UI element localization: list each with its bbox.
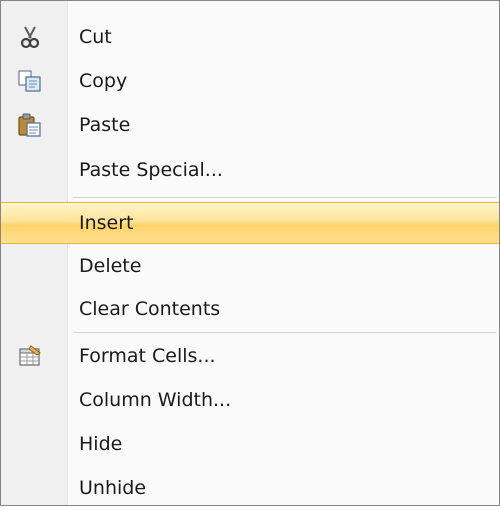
menu-item-label: Clear Contents (79, 298, 221, 320)
menu-item-column-width[interactable]: Column Width... (1, 378, 499, 422)
menu-item-label: Paste Special... (79, 159, 223, 181)
menu-item-insert[interactable]: Insert (1, 202, 499, 244)
menu-item-label: Unhide (79, 477, 147, 499)
menu-item-unhide[interactable]: Unhide (1, 466, 499, 510)
menu-item-label: Delete (79, 255, 142, 277)
context-menu: Cut Copy Paste Paste Special... Insert D… (0, 0, 500, 506)
menu-item-paste[interactable]: Paste (1, 103, 499, 147)
menu-item-clear-contents[interactable]: Clear Contents (1, 287, 499, 331)
format-cells-icon (17, 344, 43, 368)
menu-separator (73, 197, 497, 199)
menu-item-label: Format Cells... (79, 345, 216, 367)
menu-item-paste-special[interactable]: Paste Special... (1, 148, 499, 192)
menu-item-label: Column Width... (79, 389, 232, 411)
menu-item-hide[interactable]: Hide (1, 422, 499, 466)
menu-item-delete[interactable]: Delete (1, 244, 499, 288)
scissors-icon (17, 25, 43, 49)
menu-item-copy[interactable]: Copy (1, 59, 499, 103)
menu-item-label: Paste (79, 114, 131, 136)
menu-item-label: Hide (79, 433, 123, 455)
copy-icon (17, 69, 43, 93)
menu-item-label: Copy (79, 70, 128, 92)
menu-item-cut[interactable]: Cut (1, 15, 499, 59)
paste-icon (17, 113, 43, 137)
menu-item-format-cells[interactable]: Format Cells... (1, 334, 499, 378)
menu-item-label: Cut (79, 26, 112, 48)
menu-item-label: Insert (79, 212, 134, 234)
